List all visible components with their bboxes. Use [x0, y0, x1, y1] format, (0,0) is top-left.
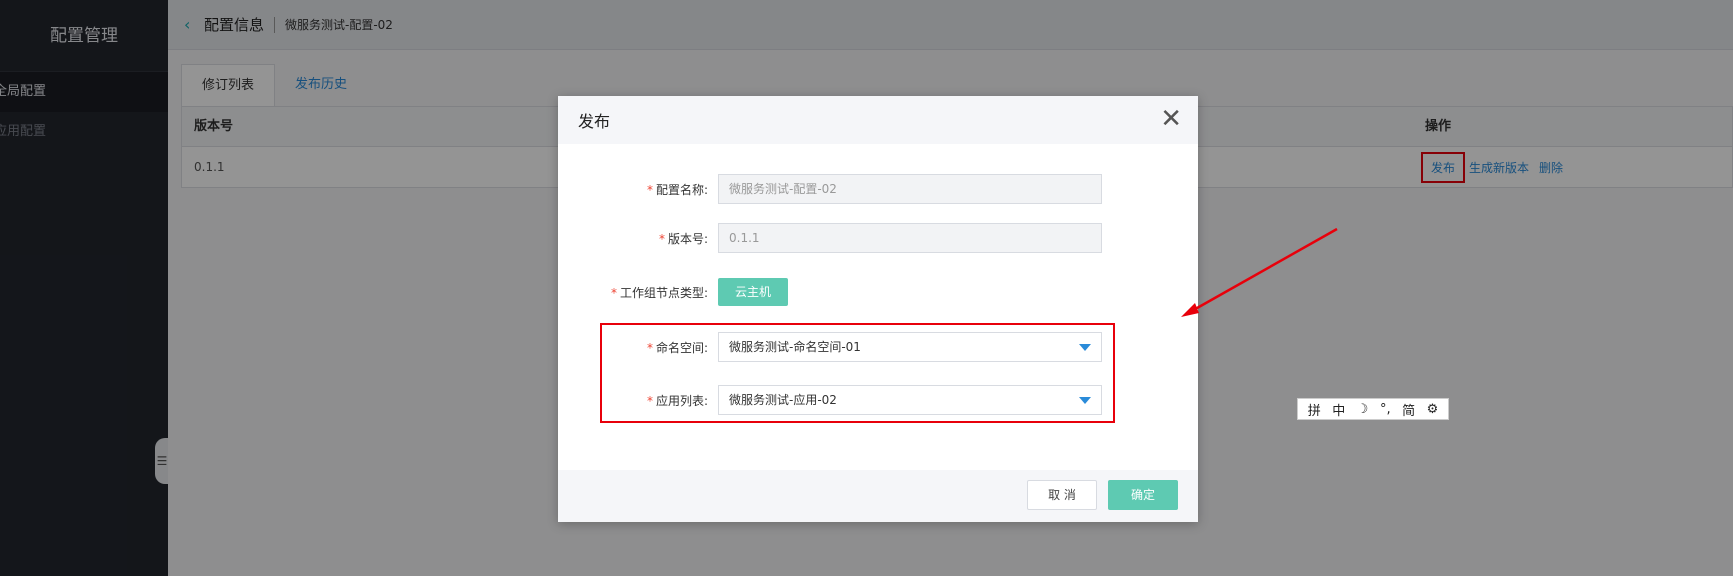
ime-chinese-mode-icon[interactable]: 中	[1332, 400, 1345, 419]
annotation-arrow	[1181, 227, 1338, 317]
ime-moon-icon[interactable]: ☽	[1357, 402, 1369, 417]
ime-simplified-icon[interactable]: 简	[1402, 400, 1415, 419]
ime-toolbar: 拼 中 ☽ °, 简 ⚙	[1297, 398, 1449, 420]
ime-pinyin-icon[interactable]: 拼	[1308, 400, 1321, 419]
ime-punctuation-icon[interactable]: °,	[1380, 402, 1391, 417]
ime-settings-icon[interactable]: ⚙	[1427, 402, 1439, 417]
